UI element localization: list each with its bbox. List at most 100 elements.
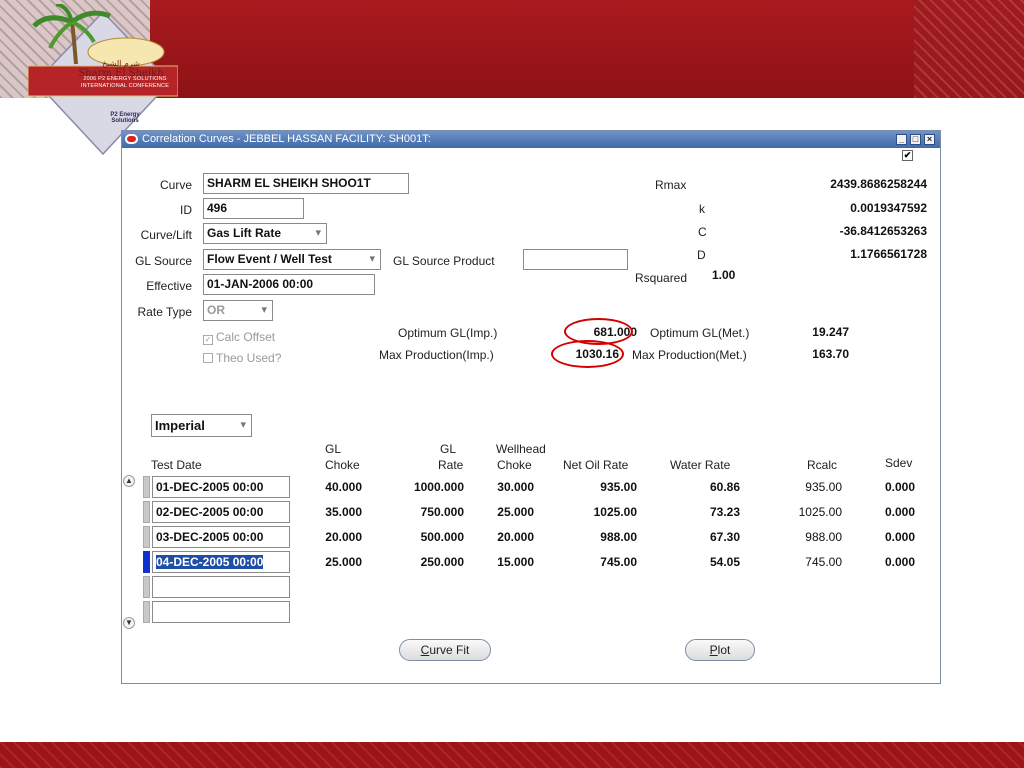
minimize-icon[interactable]: _ — [896, 134, 907, 145]
id-field[interactable]: 496 — [203, 198, 304, 219]
cell-net-oil: 745.00 — [600, 555, 637, 569]
oracle-icon — [125, 134, 138, 144]
k-value: 0.0019347592 — [850, 201, 927, 215]
logo-line2: International Conference — [80, 83, 170, 89]
row-date-field[interactable]: 04-DEC-2005 00:00 — [152, 551, 290, 573]
plot-button[interactable]: Plot — [685, 639, 755, 661]
glsource-label: GL Source — [135, 254, 192, 268]
calc-offset-label: Calc Offset — [216, 330, 276, 344]
bottom-band — [0, 742, 1024, 768]
header-net-oil-rate: Net Oil Rate — [563, 458, 629, 472]
cell-gl-rate: 1000.000 — [413, 480, 464, 494]
header-gl-rate-1: GL — [440, 442, 457, 456]
cell-wh-choke: 25.000 — [497, 505, 534, 519]
maximize-icon[interactable]: □ — [910, 134, 921, 145]
header-test-date: Test Date — [151, 458, 202, 472]
theo-used-checkbox[interactable]: Theo Used? — [203, 351, 281, 365]
k-label: k — [699, 202, 705, 216]
table-scrollbar[interactable]: ▲ ▼ — [122, 473, 136, 633]
header-gl-choke-2: Choke — [325, 458, 360, 472]
cell-gl-choke: 25.000 — [325, 555, 362, 569]
cell-wh-choke: 30.000 — [497, 480, 534, 494]
optimum-gl-met-value: 19.247 — [812, 325, 849, 339]
scroll-up-icon[interactable]: ▲ — [123, 475, 135, 487]
row-marker[interactable] — [143, 501, 150, 523]
max-production-imp-label: Max Production(Imp.) — [379, 348, 494, 362]
cell-wh-choke: 20.000 — [497, 530, 534, 544]
cell-water: 60.86 — [709, 480, 740, 494]
plot-label: lot — [717, 643, 731, 657]
header-water-rate: Water Rate — [670, 458, 731, 472]
cell-wh-choke: 15.000 — [497, 555, 534, 569]
row-marker[interactable] — [143, 476, 150, 498]
row-marker[interactable] — [143, 601, 150, 623]
plot-mnemonic: P — [709, 643, 718, 657]
highlight-oval-max-production — [551, 340, 624, 368]
cell-sdev: 0.000 — [884, 480, 915, 494]
c-label: C — [698, 225, 707, 239]
window-title: Correlation Curves - JEBBEL HASSAN FACIL… — [142, 133, 431, 145]
window-checkbox[interactable]: ✔ — [902, 150, 913, 161]
cell-sdev: 0.000 — [884, 530, 915, 544]
row-marker[interactable] — [143, 526, 150, 548]
rmax-value: 2439.8686258244 — [830, 177, 927, 191]
cell-net-oil: 1025.00 — [593, 505, 637, 519]
header-rcalc: Rcalc — [807, 458, 838, 472]
glsource-select[interactable]: Flow Event / Well Test — [203, 249, 381, 270]
cell-net-oil: 935.00 — [600, 480, 637, 494]
cell-net-oil: 988.00 — [600, 530, 637, 544]
close-icon[interactable]: × — [924, 134, 935, 145]
cell-rcalc: 745.00 — [805, 555, 842, 569]
curve-label: Curve — [159, 178, 192, 192]
curvelift-select[interactable]: Gas Lift Rate — [203, 223, 327, 244]
cell-rcalc: 988.00 — [805, 530, 842, 544]
row-date-field[interactable]: 01-DEC-2005 00:00 — [152, 476, 290, 498]
cell-water: 54.05 — [709, 555, 740, 569]
max-production-met-value: 163.70 — [812, 347, 849, 361]
header-wellhead-choke-1: Wellhead — [496, 442, 546, 456]
cell-rcalc: 935.00 — [805, 480, 842, 494]
header-wellhead-choke-2: Choke — [497, 458, 532, 472]
row-marker-active[interactable] — [143, 551, 150, 573]
banner-pattern-right — [914, 0, 1024, 98]
curvelift-label: Curve/Lift — [140, 228, 192, 242]
title-bar[interactable]: Correlation Curves - JEBBEL HASSAN FACIL… — [122, 131, 940, 148]
curve-field[interactable]: SHARM EL SHEIKH SHOO1T — [203, 173, 409, 194]
effective-label: Effective — [146, 279, 192, 293]
row-date-field[interactable]: 02-DEC-2005 00:00 — [152, 501, 290, 523]
effective-field[interactable]: 01-JAN-2006 00:00 — [203, 274, 375, 295]
row-date-text: 04-DEC-2005 00:00 — [156, 555, 264, 569]
cell-gl-choke: 20.000 — [325, 530, 362, 544]
curve-fit-label: urve Fit — [429, 643, 470, 657]
row-date-field[interactable]: 03-DEC-2005 00:00 — [152, 526, 290, 548]
d-label: D — [697, 248, 706, 262]
optimum-gl-imp-label: Optimum GL(Imp.) — [398, 326, 498, 340]
calc-offset-checkbox[interactable]: ✓ Calc Offset — [203, 330, 275, 345]
curve-fit-button[interactable]: Curve Fit — [399, 639, 491, 661]
logo-line1: 2006 P2 Energy Solutions — [83, 76, 167, 82]
correlation-curves-window: Correlation Curves - JEBBEL HASSAN FACIL… — [121, 130, 941, 684]
ratetype-select[interactable]: OR — [203, 300, 273, 321]
header-sdev: Sdev — [885, 456, 913, 470]
cell-gl-rate: 750.000 — [420, 505, 464, 519]
logo-arabic: شرم الشيخ — [102, 59, 140, 68]
cell-water: 67.30 — [709, 530, 740, 544]
optimum-gl-met-label: Optimum GL(Met.) — [650, 326, 750, 340]
row-date-field-empty[interactable] — [152, 601, 290, 623]
row-date-field-empty[interactable] — [152, 576, 290, 598]
logo-badge: P2 Energy Solutions — [110, 112, 140, 124]
row-marker[interactable] — [143, 576, 150, 598]
slide: شرم الشيخ Sharm El Sheikh 2006 P2 Energy… — [0, 0, 1024, 768]
scroll-down-icon[interactable]: ▼ — [123, 617, 135, 629]
glsource-product-label: GL Source Product — [393, 254, 495, 268]
units-select[interactable]: Imperial — [151, 414, 252, 437]
rsquared-value: 1.00 — [712, 268, 736, 282]
max-production-met-label: Max Production(Met.) — [632, 348, 747, 362]
cell-sdev: 0.000 — [884, 505, 915, 519]
c-value: -36.8412653263 — [839, 224, 927, 238]
d-value: 1.1766561728 — [850, 247, 927, 261]
cell-gl-choke: 40.000 — [325, 480, 362, 494]
cell-water: 73.23 — [709, 505, 740, 519]
theo-used-label: Theo Used? — [216, 351, 282, 365]
glsource-product-field[interactable] — [523, 249, 628, 270]
